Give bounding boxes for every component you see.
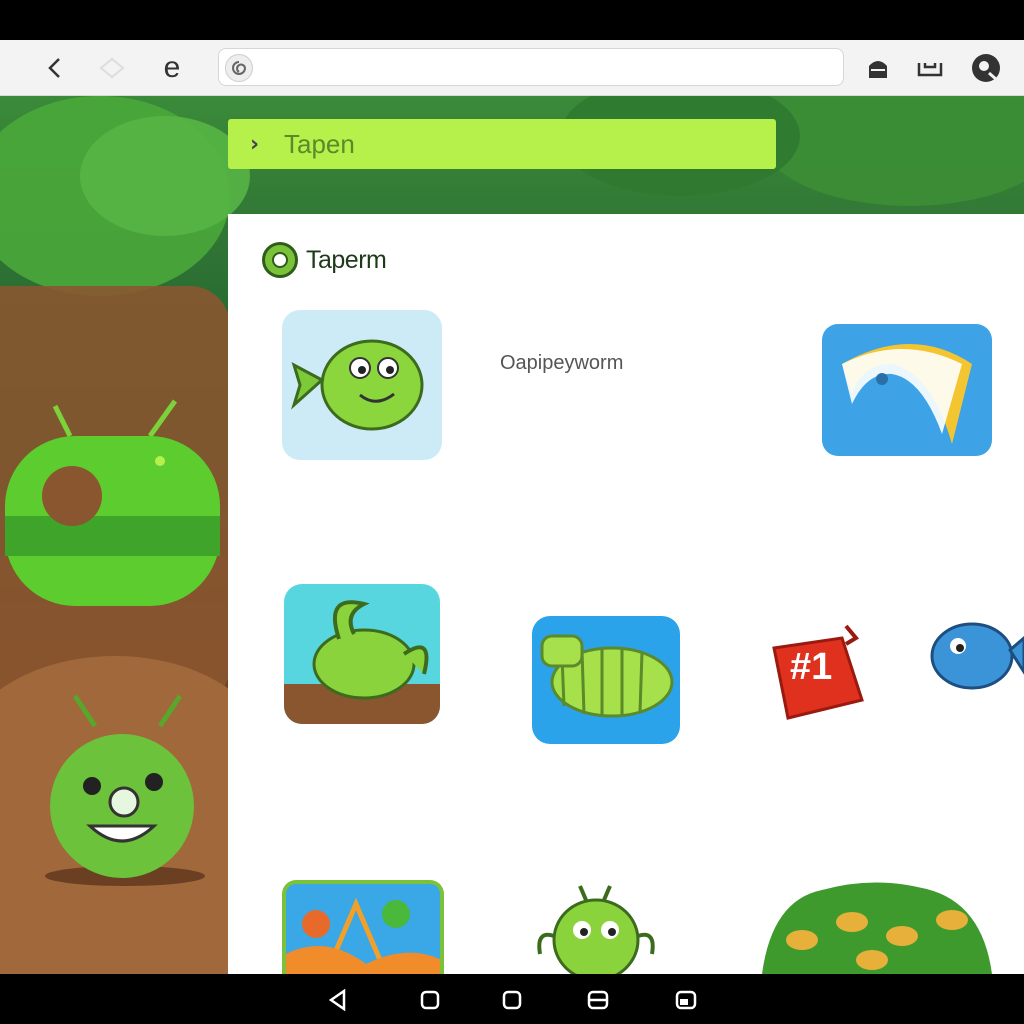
caterpillar-tile[interactable]: [532, 616, 680, 744]
nav-window-button[interactable]: [672, 986, 700, 1014]
blue-fish-icon: [930, 622, 1024, 690]
chevron-left-icon: [48, 58, 60, 78]
brand-name: Taperm: [306, 245, 387, 274]
tray-button[interactable]: [910, 48, 950, 88]
tray-icon: [917, 63, 943, 77]
swirl-icon: [842, 344, 972, 444]
back-triangle-icon: [328, 988, 346, 1012]
url-input[interactable]: [259, 53, 833, 83]
badge-text: #1: [790, 646, 833, 688]
nav-home-button[interactable]: [416, 986, 444, 1014]
profile-button[interactable]: [966, 48, 1006, 88]
bug-tile[interactable]: [530, 880, 660, 982]
window-icon: [675, 990, 697, 1010]
system-nav-bar: [0, 974, 1024, 1024]
e-icon[interactable]: e: [152, 48, 192, 88]
aquarium-icon: [286, 897, 440, 974]
lock-button[interactable]: [858, 48, 898, 88]
snail-tile[interactable]: [284, 584, 440, 724]
browser-toolbar: e: [0, 40, 1024, 96]
nav-menu-button[interactable]: [584, 986, 612, 1014]
brand: Taperm: [262, 242, 387, 278]
bug-icon: [537, 885, 655, 982]
caterpillar-icon: [540, 634, 674, 718]
forward-button[interactable]: [92, 48, 132, 88]
aquarium-tile[interactable]: [282, 880, 444, 974]
profile-icon: [972, 54, 1000, 82]
nav-recents-button[interactable]: [498, 986, 526, 1014]
blue-swirl-tile[interactable]: [822, 324, 992, 456]
foliage: [80, 116, 250, 236]
green-ball-character: [45, 694, 205, 886]
foliage: [760, 96, 1024, 206]
home-square-icon: [420, 990, 440, 1010]
snail-icon: [284, 600, 440, 724]
app-panel: Taperm Oapipeyworm #1: [228, 214, 1024, 982]
badge-tile[interactable]: #1: [760, 620, 870, 722]
leafy-tile[interactable]: [762, 880, 992, 974]
lock-icon: [869, 61, 887, 78]
swirl-icon: [225, 54, 253, 82]
game-title: Tapen: [284, 129, 355, 159]
game-title-bar[interactable]: › Tapen: [228, 119, 776, 169]
address-bar[interactable]: [218, 48, 844, 86]
menu-icon: [587, 990, 609, 1010]
leafy-pile-icon: [762, 882, 992, 974]
status-bar: [0, 0, 1024, 40]
tile-label: Oapipeyworm: [500, 352, 624, 374]
recents-square-icon: [502, 990, 522, 1010]
worm-fish-tile[interactable]: [282, 310, 442, 460]
chevron-right-icon: ›: [250, 132, 260, 157]
back-button[interactable]: [36, 48, 76, 88]
diamond-icon: [99, 57, 125, 79]
green-robot-character: [5, 399, 220, 606]
worm-fish-icon: [291, 339, 424, 431]
nav-back-button[interactable]: [324, 986, 352, 1014]
blue-fish-tile[interactable]: [928, 594, 1024, 704]
brand-logo-icon: [262, 242, 298, 278]
